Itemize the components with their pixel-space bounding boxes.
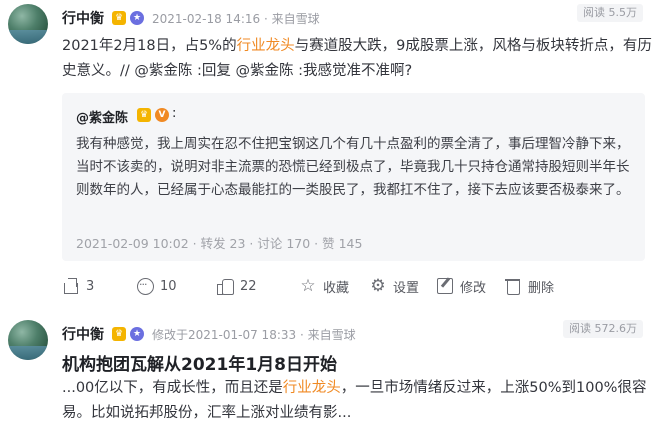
delete-label: 删除 bbox=[528, 280, 555, 296]
like-button[interactable]: 22 bbox=[216, 274, 257, 298]
edit-label: 修改 bbox=[460, 280, 487, 296]
edit-button[interactable]: 修改 bbox=[436, 274, 486, 298]
post-timestamp[interactable]: 修改于2021-01-07 18:33 bbox=[152, 328, 296, 342]
comment-icon bbox=[136, 277, 154, 295]
view-count: 阅读 572.6万 bbox=[563, 320, 643, 338]
post-body[interactable]: ...00亿以下，有成长性，而且还是行业龙头，一旦市场情绪反过来，上涨50%到1… bbox=[62, 376, 652, 426]
crown-badge-icon: ♛ bbox=[137, 108, 151, 122]
author-avatar[interactable] bbox=[8, 320, 48, 360]
crown-badge-icon: ♛ bbox=[112, 327, 126, 341]
comment-button[interactable]: 10 bbox=[136, 274, 177, 298]
meta-separator: · bbox=[299, 328, 308, 342]
colon: : bbox=[172, 106, 177, 121]
share-count: 3 bbox=[86, 278, 95, 294]
author-name[interactable]: 行中衡 bbox=[62, 8, 104, 28]
quoted-text: 我有种感觉，我上周实在忍不住把宝钢这几个有几十点盈利的票全清了，事后理智冷静下来… bbox=[76, 136, 630, 198]
trash-icon bbox=[504, 277, 522, 295]
edit-icon bbox=[436, 277, 454, 295]
like-count: 22 bbox=[240, 278, 257, 294]
author-avatar[interactable] bbox=[8, 4, 48, 44]
share-button[interactable]: 3 bbox=[62, 274, 94, 298]
star-icon: ☆ bbox=[300, 276, 316, 296]
post-title[interactable]: 机构抱团瓦解从2021年1月8日开始 bbox=[62, 350, 337, 375]
settings-button[interactable]: ⚙ 设置 bbox=[369, 274, 419, 298]
settings-label: 设置 bbox=[393, 280, 420, 296]
body-text-before: ...00亿以下，有成长性，而且还是 bbox=[62, 380, 283, 396]
post-body: 2021年2月18日，占5%的行业龙头与赛道股大跌，9成股票上涨，风格与板块转折… bbox=[62, 34, 652, 84]
post-timestamp[interactable]: 2021-02-18 14:16 bbox=[152, 12, 260, 26]
post-meta: 2021-02-18 14:16 · 来自雪球 bbox=[152, 10, 320, 27]
favorite-button[interactable]: ☆ 收藏 bbox=[299, 274, 349, 298]
crown-badge-icon: ♛ bbox=[112, 11, 126, 25]
author-name[interactable]: 行中衡 bbox=[62, 324, 104, 344]
star-badge-icon: ★ bbox=[130, 11, 144, 25]
comment-count: 10 bbox=[160, 278, 177, 294]
post-source: 来自雪球 bbox=[307, 328, 356, 342]
post-source: 来自雪球 bbox=[271, 12, 320, 26]
quoted-author[interactable]: @紫金陈 bbox=[76, 107, 128, 126]
highlight-link[interactable]: 行业龙头 bbox=[237, 38, 295, 54]
star-badge-icon: ★ bbox=[130, 327, 144, 341]
meta-separator: · bbox=[263, 12, 272, 26]
body-text-before: 2021年2月18日，占5%的 bbox=[62, 38, 237, 54]
favorite-label: 收藏 bbox=[323, 280, 350, 296]
gear-icon: ⚙ bbox=[370, 276, 386, 296]
delete-button[interactable]: 删除 bbox=[504, 274, 554, 298]
highlight-link[interactable]: 行业龙头 bbox=[283, 380, 341, 396]
post-card: 行中衡 ♛ ★ 修改于2021-01-07 18:33 · 来自雪球 阅读 57… bbox=[0, 312, 661, 438]
action-bar: 3 10 22 ☆ 收藏 ⚙ 设置 修改 删除 bbox=[62, 274, 652, 298]
quoted-post[interactable]: @紫金陈 ♛ V : 我有种感觉，我上周实在忍不住把宝钢这几个有几十点盈利的票全… bbox=[62, 93, 645, 261]
post-meta: 修改于2021-01-07 18:33 · 来自雪球 bbox=[152, 326, 356, 343]
post-card: 行中衡 ♛ ★ 2021-02-18 14:16 · 来自雪球 阅读 5.5万 … bbox=[0, 0, 661, 306]
verified-badge-icon: V bbox=[155, 108, 169, 122]
quoted-author-name[interactable]: @紫金陈 bbox=[76, 111, 128, 126]
view-count: 阅读 5.5万 bbox=[577, 4, 643, 22]
thumbs-up-icon bbox=[216, 277, 234, 295]
quoted-meta: 2021-02-09 10:02 · 转发 23 · 讨论 170 · 赞 14… bbox=[76, 236, 363, 251]
share-icon bbox=[62, 277, 80, 295]
